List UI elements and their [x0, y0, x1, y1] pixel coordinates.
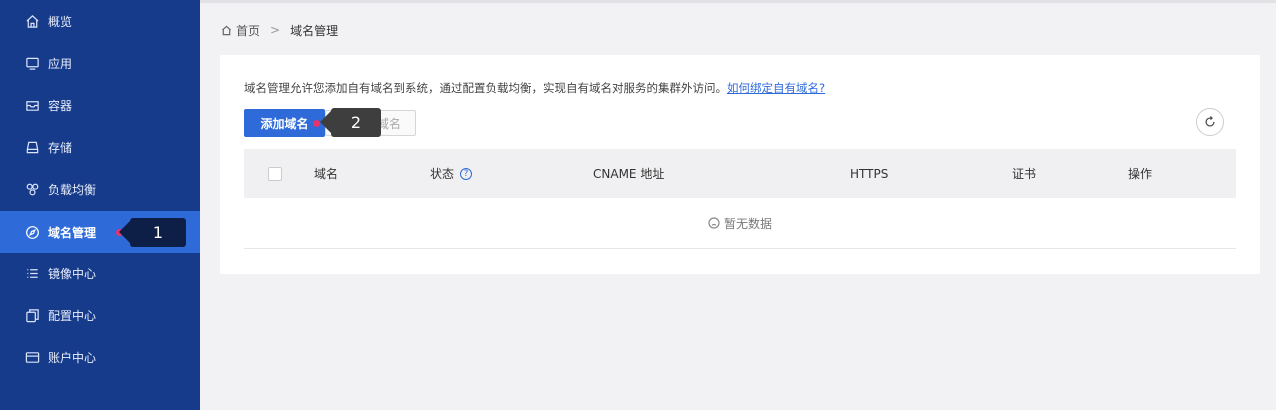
column-header-cname: CNAME 地址 — [593, 149, 664, 198]
column-header-certificate: 证书 — [1012, 149, 1036, 198]
sidebar-item-apps[interactable]: 应用 — [0, 42, 200, 84]
column-label: CNAME 地址 — [593, 167, 665, 181]
sidebar-item-label: 容器 — [48, 98, 73, 113]
column-label: 域名 — [314, 167, 339, 181]
monitor-icon — [24, 55, 40, 71]
question-icon[interactable]: ? — [460, 167, 473, 180]
home-icon — [221, 25, 232, 35]
refresh-button[interactable] — [1196, 108, 1224, 136]
breadcrumb: 首页 > 域名管理 — [221, 21, 338, 39]
column-label: HTTPS — [850, 166, 889, 181]
list-icon — [24, 265, 40, 281]
sidebar-item-label: 存储 — [48, 140, 73, 155]
sidebar-item-overview[interactable]: 概览 — [0, 0, 200, 42]
column-header-https: HTTPS — [850, 149, 888, 198]
annotation-number: 2 — [350, 113, 362, 132]
sidebar-item-load-balancer[interactable]: 负载均衡 — [0, 168, 200, 210]
top-border — [200, 0, 1276, 3]
column-header-domain: 域名 — [314, 149, 338, 198]
sidebar-item-label: 域名管理 — [48, 225, 97, 240]
column-header-actions: 操作 — [1128, 149, 1152, 198]
sidebar-item-label: 应用 — [48, 56, 73, 71]
column-label: 操作 — [1128, 167, 1153, 181]
sad-face-icon — [708, 217, 720, 229]
card-icon — [24, 349, 40, 365]
description-text: 域名管理允许您添加自有域名到系统，通过配置负载均衡，实现自有域名对服务的集群外访… — [244, 81, 727, 95]
column-label: 证书 — [1012, 167, 1037, 181]
sidebar-item-label: 账户中心 — [48, 350, 97, 365]
sidebar-item-label: 概览 — [48, 14, 73, 29]
description: 域名管理允许您添加自有域名到系统，通过配置负载均衡，实现自有域名对服务的集群外访… — [244, 80, 825, 96]
storage-icon — [24, 139, 40, 155]
sidebar-item-label: 负载均衡 — [48, 182, 97, 197]
table-header: 域名 状态? CNAME 地址 HTTPS 证书 操作 — [244, 149, 1236, 198]
sidebar-item-image-center[interactable]: 镜像中心 — [0, 252, 200, 294]
breadcrumb-separator: > — [270, 23, 281, 37]
compass-icon — [24, 224, 40, 240]
sidebar-item-storage[interactable]: 存储 — [0, 126, 200, 168]
annotation-number: 1 — [152, 223, 164, 242]
home-icon — [24, 13, 40, 29]
add-domain-label: 添加域名 — [260, 116, 309, 131]
copy-icon — [24, 307, 40, 323]
help-link[interactable]: 如何绑定自有域名? — [727, 81, 825, 95]
select-all-checkbox[interactable] — [268, 167, 282, 181]
annotation-marker-2: 2 — [320, 108, 381, 137]
refresh-icon — [1205, 116, 1215, 127]
load-balancer-icon — [24, 181, 40, 197]
sidebar-item-config-center[interactable]: 配置中心 — [0, 294, 200, 336]
column-label: 状态 — [430, 167, 455, 181]
box-icon — [24, 97, 40, 113]
sidebar-item-containers[interactable]: 容器 — [0, 84, 200, 126]
breadcrumb-current: 域名管理 — [290, 23, 339, 38]
sidebar: 概览 应用 容器 存储 负载均衡 域名管理 镜像中心 配置中心 账户中心 — [0, 0, 200, 410]
empty-text: 暂无数据 — [723, 216, 772, 231]
annotation-dot — [313, 120, 320, 127]
empty-state: 暂无数据 — [244, 198, 1236, 249]
content-card: 域名管理允许您添加自有域名到系统，通过配置负载均衡，实现自有域名对服务的集群外访… — [220, 55, 1260, 274]
annotation-marker-1: 1 — [119, 218, 186, 247]
sidebar-item-label: 配置中心 — [48, 308, 97, 323]
sidebar-item-label: 镜像中心 — [48, 266, 97, 281]
sidebar-item-account-center[interactable]: 账户中心 — [0, 336, 200, 378]
column-header-status: 状态? — [430, 149, 473, 198]
breadcrumb-home[interactable]: 首页 — [236, 22, 260, 39]
